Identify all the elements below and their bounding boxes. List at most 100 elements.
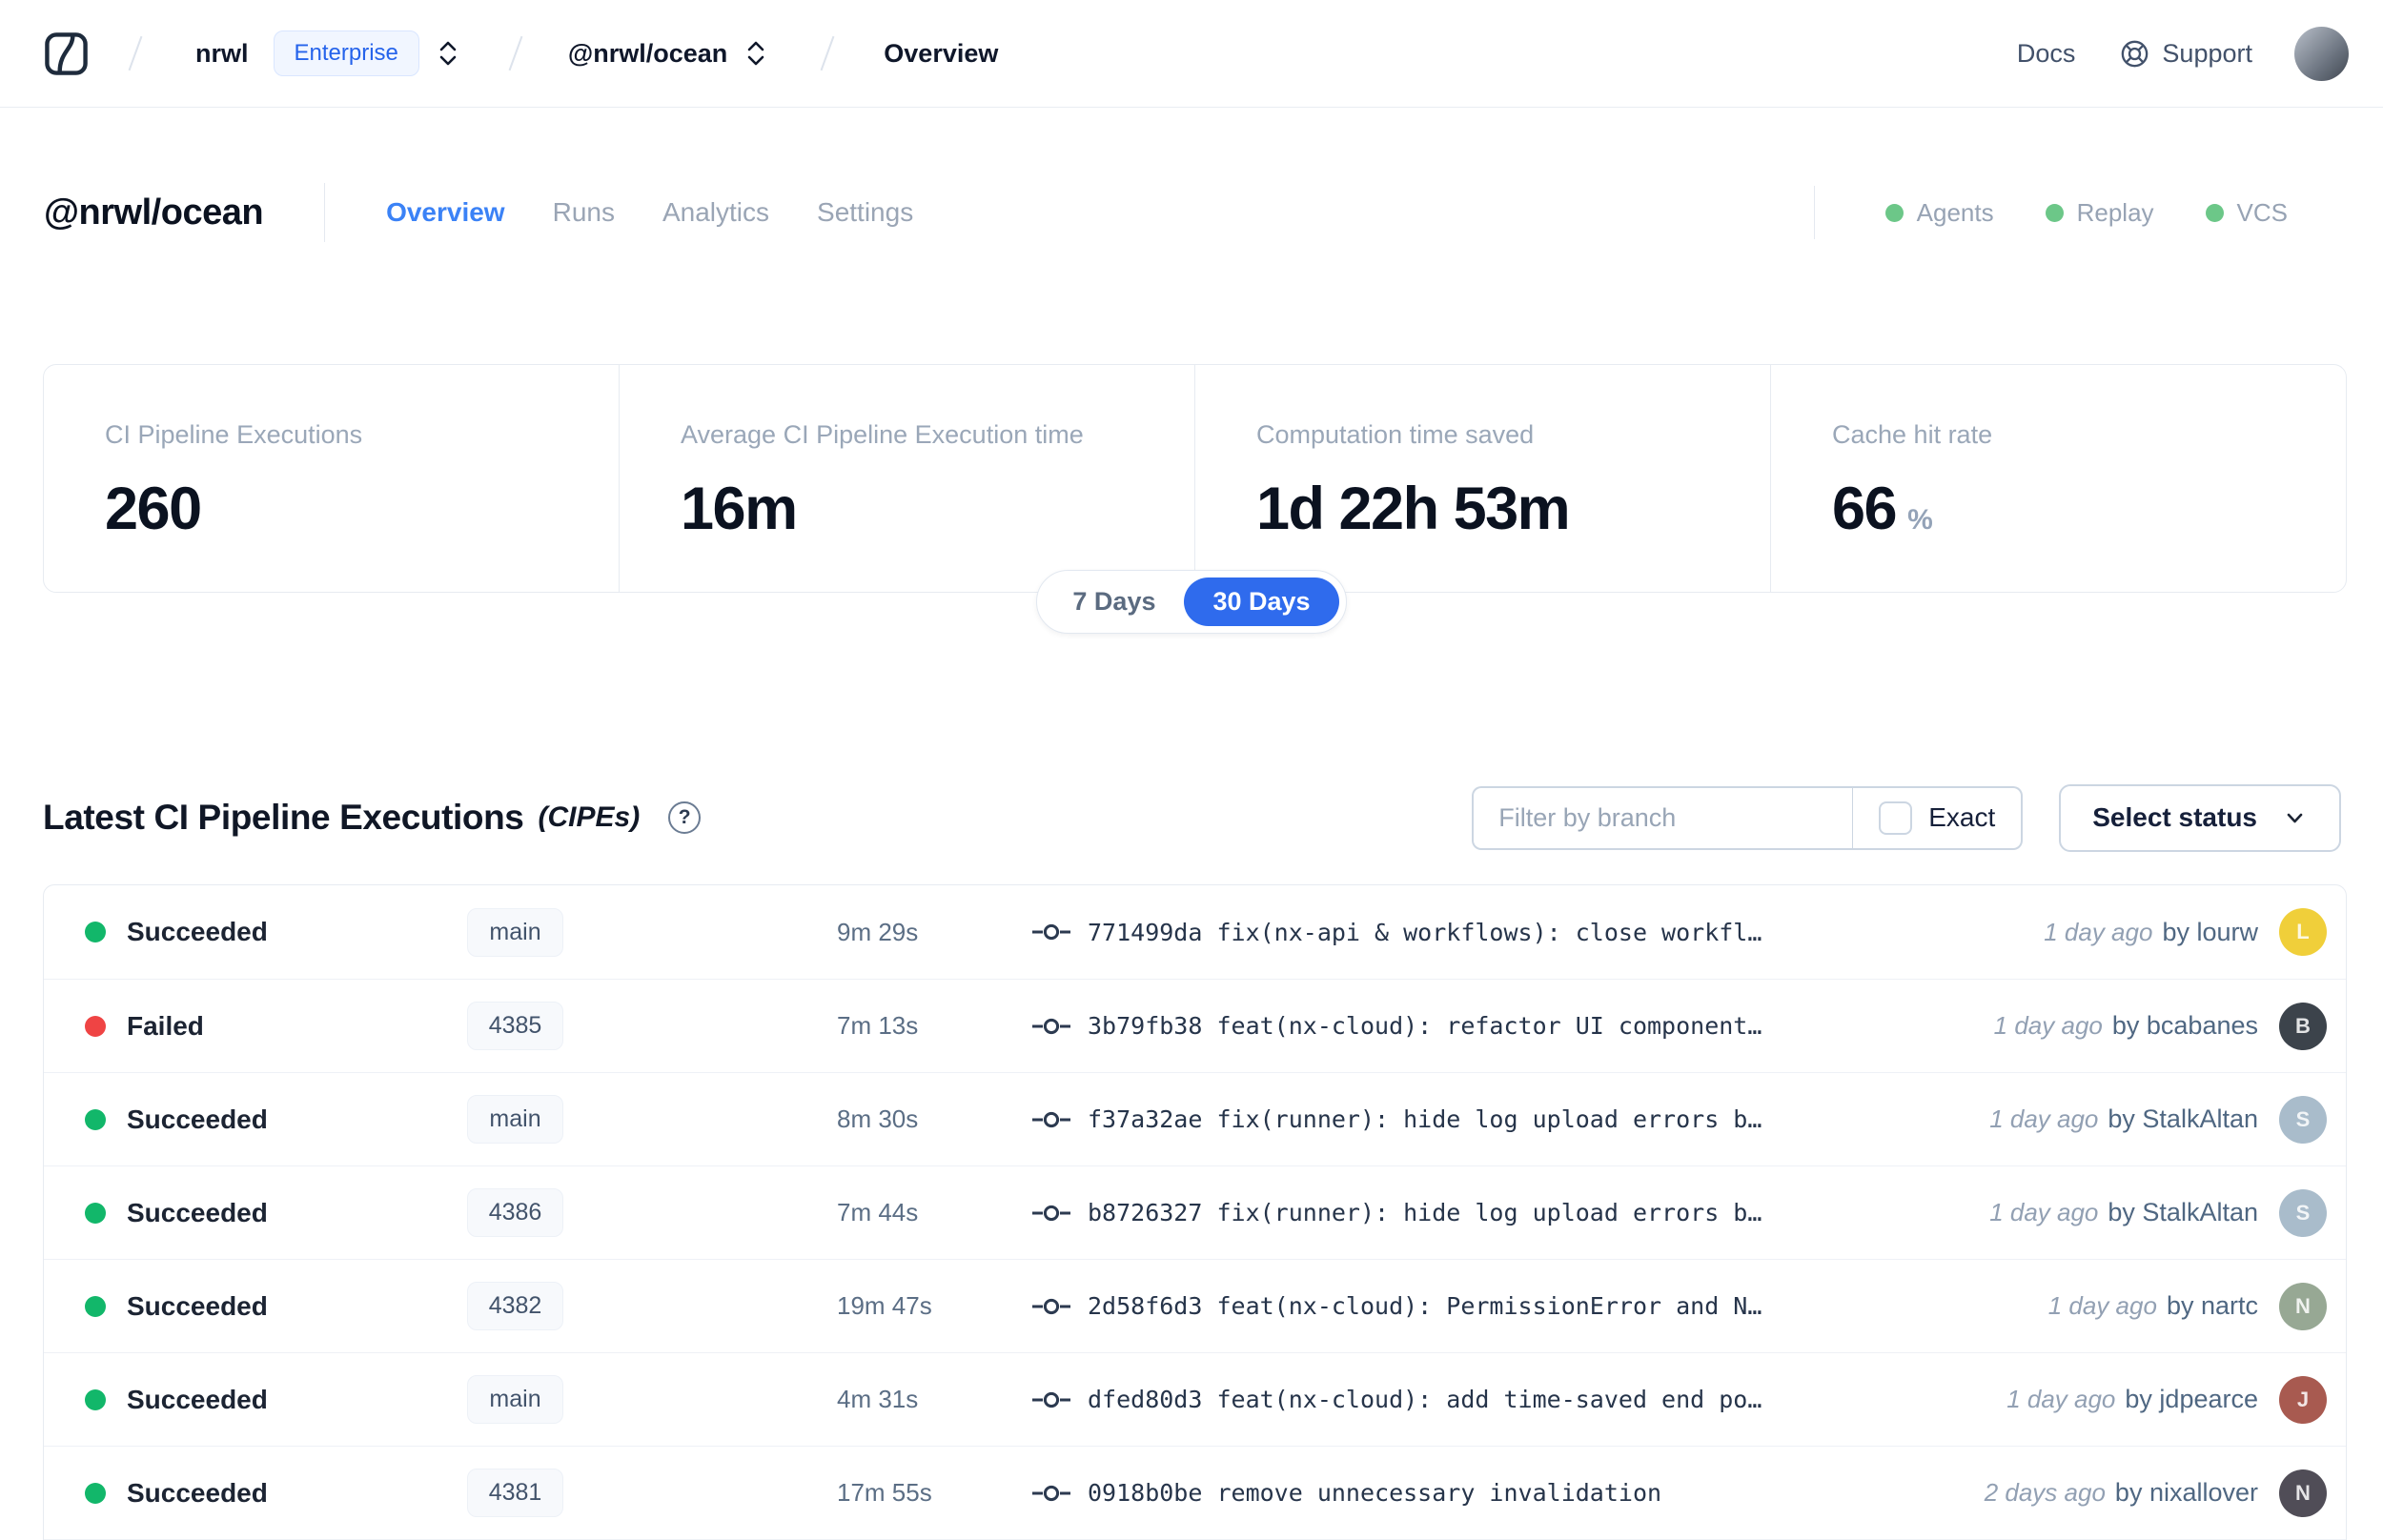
row-duration: 7m 13s [837, 1011, 919, 1040]
row-status: Succeeded [127, 1477, 268, 1508]
branch-badge-col: 4382 [432, 1282, 599, 1330]
row-meta: 1 day ago by nartc N [2048, 1282, 2327, 1330]
table-row[interactable]: Failed 4385 7m 13s 3b79fb38 feat(nx-clou… [44, 979, 2346, 1072]
chevron-down-icon [2287, 813, 2303, 822]
table-row[interactable]: Succeeded 4386 7m 44s b8726327 fix(runne… [44, 1165, 2346, 1259]
commit-text[interactable]: b8726327 fix(runner): hide log upload er… [1088, 1199, 1970, 1226]
row-avatar[interactable]: S [2279, 1188, 2327, 1237]
tab-overview[interactable]: Overview [386, 197, 505, 228]
branch-badge[interactable]: main [467, 1095, 563, 1144]
breadcrumb-separator [508, 35, 523, 71]
row-duration: 9m 29s [837, 917, 919, 946]
commit-text[interactable]: dfed80d3 feat(nx-cloud): add time-saved … [1088, 1386, 1987, 1413]
row-avatar[interactable]: N [2279, 1282, 2327, 1330]
service-replay[interactable]: Replay [2045, 197, 2154, 228]
stat-value: 1d 22h 53m [1256, 475, 1709, 543]
breadcrumb-org[interactable]: nrwl [195, 39, 249, 69]
table-row[interactable]: Succeeded main 4m 31s dfed80d3 feat(nx-c… [44, 1352, 2346, 1446]
branch-badge-col: 4386 [432, 1188, 599, 1237]
row-avatar[interactable]: L [2279, 908, 2327, 956]
row-meta: 1 day ago by StalkAltan S [1989, 1095, 2327, 1144]
table-row[interactable]: Succeeded 4382 19m 47s 2d58f6d3 feat(nx-… [44, 1259, 2346, 1352]
git-commit-icon [1032, 1391, 1070, 1408]
branch-badge[interactable]: 4386 [466, 1188, 564, 1237]
row-duration: 7m 44s [837, 1198, 919, 1226]
commit-text[interactable]: 0918b0be remove unnecessary invalidation [1088, 1479, 1965, 1507]
breadcrumb-workspace[interactable]: @nrwl/ocean [568, 39, 727, 69]
table-row[interactable]: Succeeded main 8m 30s f37a32ae fix(runne… [44, 1072, 2346, 1165]
org-switcher-caret-icon[interactable] [437, 38, 459, 69]
branch-badge[interactable]: main [467, 907, 563, 957]
row-duration: 19m 47s [837, 1291, 932, 1320]
git-commit-icon [1032, 1111, 1070, 1127]
tab-runs[interactable]: Runs [553, 197, 615, 228]
branch-badge[interactable]: 4381 [466, 1469, 564, 1517]
user-avatar[interactable] [2294, 26, 2349, 81]
support-link[interactable]: Support [2119, 38, 2252, 70]
stat-cards: CI Pipeline Executions 260 Average CI Pi… [43, 364, 2347, 593]
row-author: by lourw [2162, 917, 2258, 946]
toggle-30-days[interactable]: 30 Days [1184, 578, 1339, 626]
nx-cloud-logo-icon[interactable] [44, 31, 89, 76]
docs-link[interactable]: Docs [2017, 39, 2076, 69]
cipe-table: Succeeded main 9m 29s 771499da fix(nx-ap… [43, 884, 2347, 1540]
row-duration: 17m 55s [837, 1478, 932, 1507]
row-status: Succeeded [127, 1104, 268, 1134]
breadcrumb-separator [128, 35, 143, 71]
status-dot-icon [85, 922, 106, 942]
stat-value: 260 [105, 475, 558, 543]
enterprise-badge: Enterprise [273, 30, 419, 76]
branch-filter-group: Exact [1472, 785, 2024, 850]
tab-analytics[interactable]: Analytics [662, 197, 769, 228]
divider [324, 183, 326, 242]
git-commit-icon [1032, 1205, 1070, 1221]
branch-badge[interactable]: 4382 [466, 1282, 564, 1330]
table-row[interactable]: Succeeded 4381 17m 55s 0918b0be remove u… [44, 1446, 2346, 1539]
workspace-switcher-caret-icon[interactable] [744, 38, 767, 69]
divider [1813, 186, 1815, 239]
top-navbar: nrwl Enterprise @nrwl/ocean Overview Doc… [0, 0, 2383, 108]
table-row[interactable]: Succeeded main 9m 29s 771499da fix(nx-ap… [44, 885, 2346, 979]
row-meta: 2 days ago by nixallover N [1985, 1469, 2327, 1517]
tab-settings[interactable]: Settings [817, 197, 913, 228]
status-select-dropdown[interactable]: Select status [2059, 783, 2341, 852]
commit-text[interactable]: 2d58f6d3 feat(nx-cloud): PermissionError… [1088, 1292, 2029, 1320]
branch-badge-col: main [432, 1375, 599, 1424]
status-select-label: Select status [2092, 802, 2257, 832]
stat-label: Cache hit rate [1832, 420, 1993, 449]
exact-label: Exact [1928, 802, 1996, 832]
row-time-ago: 1 day ago [1989, 1198, 2099, 1226]
date-range-toggle: 7 Days 30 Days [1036, 570, 1347, 634]
status-dot-icon [2205, 203, 2224, 222]
life-buoy-icon [2122, 40, 2149, 67]
status-dot-icon [2045, 203, 2064, 222]
status-dot-icon [85, 1482, 106, 1504]
row-avatar[interactable]: N [2279, 1469, 2327, 1517]
stat-ci-pipeline-executions: CI Pipeline Executions 260 [44, 365, 619, 592]
help-icon[interactable]: ? [668, 801, 702, 834]
branch-badge-col: main [432, 1095, 599, 1144]
git-commit-icon [1032, 1018, 1070, 1034]
status-dot-icon [85, 1015, 106, 1037]
exact-checkbox[interactable] [1879, 800, 1913, 835]
branch-badge[interactable]: main [467, 1375, 563, 1424]
commit-text[interactable]: 3b79fb38 feat(nx-cloud): refactor UI com… [1088, 1012, 1975, 1040]
branch-badge[interactable]: 4385 [466, 1002, 564, 1050]
service-vcs[interactable]: VCS [2205, 198, 2288, 228]
service-agents[interactable]: Agents [1884, 198, 1994, 228]
stat-label: Computation time saved [1256, 420, 1535, 449]
commit-text[interactable]: f37a32ae fix(runner): hide log upload er… [1088, 1105, 1970, 1133]
row-status: Succeeded [127, 1197, 268, 1227]
row-avatar[interactable]: J [2279, 1375, 2327, 1424]
toggle-7-days[interactable]: 7 Days [1044, 578, 1184, 626]
stat-value: 66 % [1832, 475, 2285, 543]
stat-computation-time-saved: Computation time saved 1d 22h 53m [1194, 365, 1770, 592]
row-avatar[interactable]: B [2279, 1002, 2327, 1050]
row-avatar[interactable]: S [2279, 1095, 2327, 1144]
status-dot-icon [85, 1388, 106, 1410]
branch-filter-input[interactable] [1472, 785, 1854, 850]
commit-text[interactable]: 771499da fix(nx-api & workflows): close … [1088, 919, 2025, 946]
service-replay-label: Replay [2076, 197, 2154, 227]
row-author: by StalkAltan [2108, 1104, 2258, 1133]
row-status: Succeeded [127, 1290, 268, 1321]
